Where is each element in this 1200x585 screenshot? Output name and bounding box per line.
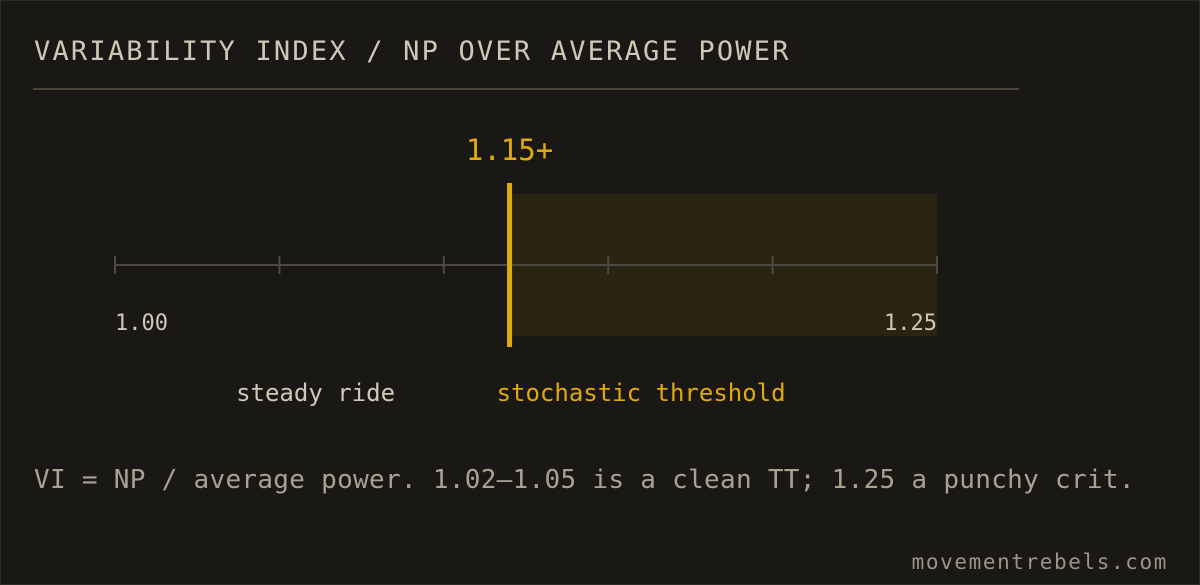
threshold-marker-label: 1.15+	[466, 133, 553, 167]
tick-label: 1.25	[884, 311, 937, 336]
footnote-text: VI = NP / average power. 1.02–1.05 is a …	[34, 465, 1135, 495]
vi-scale-chart: 1.00 1.25 1.15+ steady ride stochastic thr…	[114, 133, 938, 407]
zone-label: steady ride	[236, 379, 395, 407]
tick-label: 1.00	[115, 311, 168, 336]
source-credit: movementrebels.com	[911, 550, 1168, 574]
zone-label: stochastic threshold	[497, 379, 786, 407]
